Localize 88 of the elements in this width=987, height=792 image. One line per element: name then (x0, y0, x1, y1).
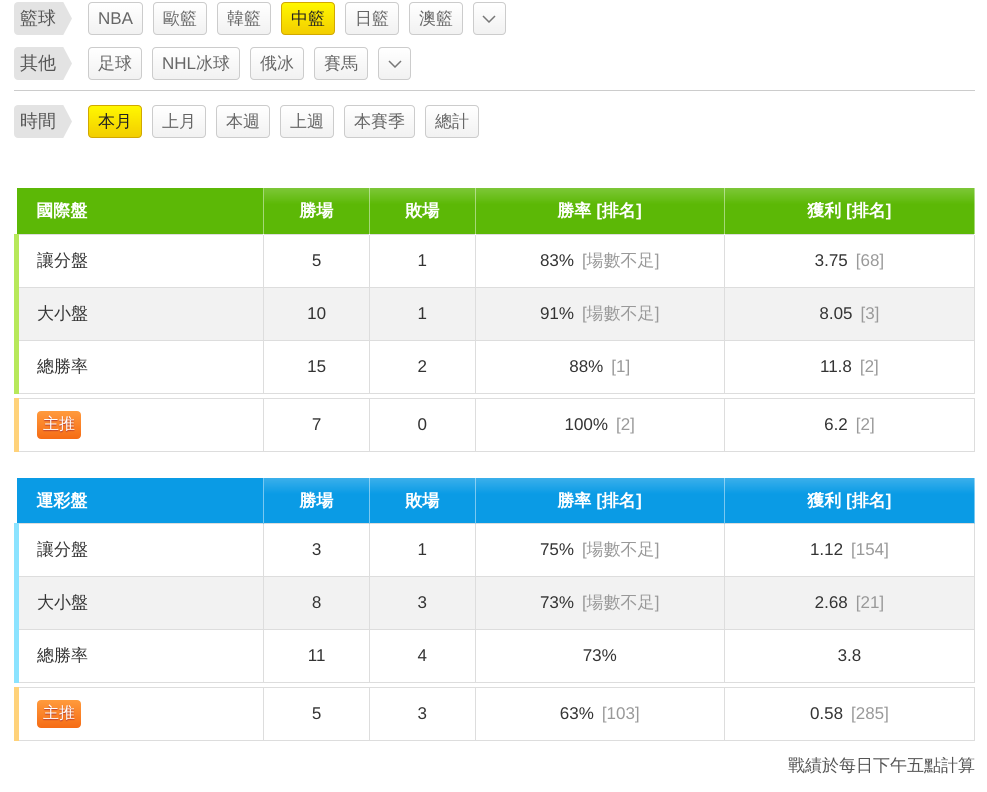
loss-count: 4 (418, 646, 428, 666)
rank-text: [1] (611, 356, 630, 376)
win-rate: 83% (540, 250, 574, 270)
rank-text: [285] (851, 704, 889, 724)
win-rate: 73% (540, 593, 574, 612)
win-count: 15 (307, 356, 326, 376)
profit: 3.8 (838, 646, 862, 666)
rank-text: [場數不足] (582, 250, 660, 270)
filter-label: 時間 (14, 105, 72, 138)
featured-badge: 主推 (37, 410, 81, 438)
loss-count: 2 (418, 356, 428, 376)
filter-option[interactable]: 賽馬 (314, 46, 368, 80)
rank-text: [場數不足] (582, 540, 660, 560)
column-header: 勝場 (264, 478, 370, 524)
win-rate: 75% (540, 540, 574, 560)
profit: 0.58 (810, 704, 844, 724)
win-count: 7 (312, 414, 322, 434)
win-count: 5 (312, 250, 322, 270)
rank-text: [場數不足] (582, 304, 660, 323)
filter-label: 籃球 (14, 2, 72, 35)
filter-option[interactable]: 本週 (216, 104, 270, 138)
rank-text: [2] (616, 414, 635, 434)
rank-text: [103] (602, 704, 640, 724)
row-label: 大小盤 (37, 593, 88, 612)
filter-option[interactable]: NHL冰球 (152, 46, 240, 80)
filter-option[interactable]: 上月 (152, 104, 206, 138)
rank-text: [2] (860, 356, 879, 376)
filter-option[interactable]: 俄冰 (250, 46, 304, 80)
filter-option[interactable]: 足球 (88, 46, 142, 80)
filter-option[interactable]: 中籃 (280, 2, 335, 36)
featured-badge: 主推 (37, 700, 81, 728)
win-count: 8 (312, 593, 322, 612)
filter-option[interactable]: 韓籃 (216, 2, 271, 36)
profit: 3.75 (814, 250, 848, 270)
row-label: 總勝率 (37, 646, 88, 666)
loss-count: 1 (418, 540, 428, 560)
profit: 1.12 (810, 540, 844, 560)
footnote: 戰績於每日下午五點計算 (787, 755, 975, 777)
more-button[interactable] (378, 47, 412, 80)
profit: 2.68 (814, 593, 848, 612)
rank-text: [21] (856, 593, 884, 612)
loss-count: 1 (418, 250, 428, 270)
rank-text: [68] (856, 250, 884, 270)
column-header: 勝率 [排名] (475, 478, 724, 524)
loss-count: 3 (418, 704, 428, 724)
loss-count: 3 (418, 593, 428, 612)
filter-option[interactable]: 歐籃 (152, 2, 207, 36)
chevron-down-icon (388, 60, 402, 68)
filter-option[interactable]: 上週 (280, 104, 334, 138)
row-label: 大小盤 (37, 304, 88, 323)
column-header: 國際盤 (16, 188, 264, 234)
profit: 8.05 (819, 304, 852, 323)
column-header: 敗場 (369, 478, 476, 524)
win-rate: 91% (540, 304, 574, 323)
column-header: 獲利 [排名] (724, 478, 974, 524)
win-rate: 88% (569, 356, 604, 376)
win-count: 11 (308, 646, 326, 666)
column-header: 獲利 [排名] (724, 188, 974, 234)
win-count: 10 (307, 304, 326, 323)
win-count: 5 (312, 704, 322, 724)
column-header: 敗場 (369, 188, 476, 234)
win-rate: 63% (560, 704, 594, 724)
filter-option[interactable]: NBA (88, 2, 143, 36)
profit: 6.2 (824, 414, 848, 434)
row-label: 總勝率 (37, 356, 88, 376)
filter-option[interactable]: 本月 (88, 104, 142, 138)
column-header: 勝率 [排名] (475, 188, 724, 234)
win-rate: 73% (582, 646, 617, 666)
rank-text: [3] (860, 304, 880, 323)
filter-option[interactable]: 日籃 (344, 2, 399, 36)
column-header: 勝場 (264, 188, 370, 234)
row-label: 讓分盤 (37, 540, 88, 560)
filter-option[interactable]: 總計 (425, 104, 479, 138)
loss-count: 1 (418, 304, 428, 323)
filter-option[interactable]: 澳籃 (408, 2, 463, 36)
more-button[interactable] (472, 2, 506, 35)
filter-option[interactable]: 本賽季 (344, 104, 415, 138)
chevron-down-icon (482, 14, 496, 22)
rank-text: [154] (851, 540, 889, 560)
profit: 11.8 (820, 356, 852, 376)
win-rate: 100% (564, 414, 608, 434)
row-label: 讓分盤 (37, 250, 88, 270)
rank-text: [場數不足] (582, 593, 660, 612)
rank-text: [2] (856, 414, 875, 434)
column-header: 運彩盤 (16, 478, 264, 524)
filter-label: 其他 (14, 47, 72, 80)
loss-count: 0 (418, 414, 428, 434)
win-count: 3 (312, 540, 322, 560)
